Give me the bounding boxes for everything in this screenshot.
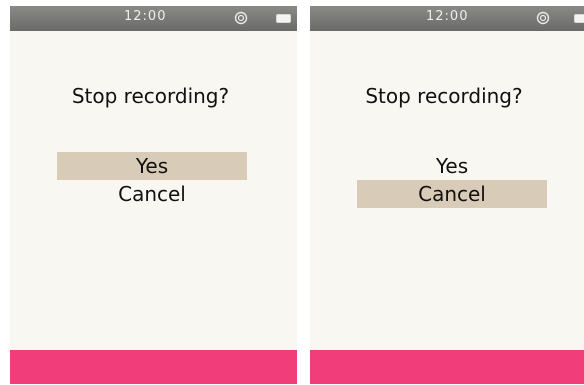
screenshot-stage: 12:00 Stop recording? Yes Cancel 12:00 S… (0, 0, 584, 385)
dialog-question: Stop recording? (365, 84, 523, 108)
bottom-bar (10, 350, 297, 384)
status-clock: 12:00 (124, 9, 167, 24)
status-clock: 12:00 (426, 9, 469, 24)
cancel-option[interactable]: Cancel (57, 180, 247, 208)
yes-option[interactable]: Yes (57, 152, 247, 180)
cancel-option[interactable]: Cancel (357, 180, 547, 208)
battery-icon (574, 14, 584, 23)
device-screen-left: 12:00 Stop recording? Yes Cancel (10, 6, 297, 384)
device-screen-right: 12:00 Stop recording? Yes Cancel (310, 6, 584, 384)
bottom-bar (310, 350, 584, 384)
target-icon (234, 11, 248, 25)
status-bar: 12:00 (10, 6, 297, 31)
yes-option[interactable]: Yes (357, 152, 547, 180)
dialog-question: Stop recording? (71, 84, 230, 108)
status-bar: 12:00 (310, 6, 584, 31)
battery-icon (276, 14, 291, 23)
target-icon (536, 11, 550, 25)
